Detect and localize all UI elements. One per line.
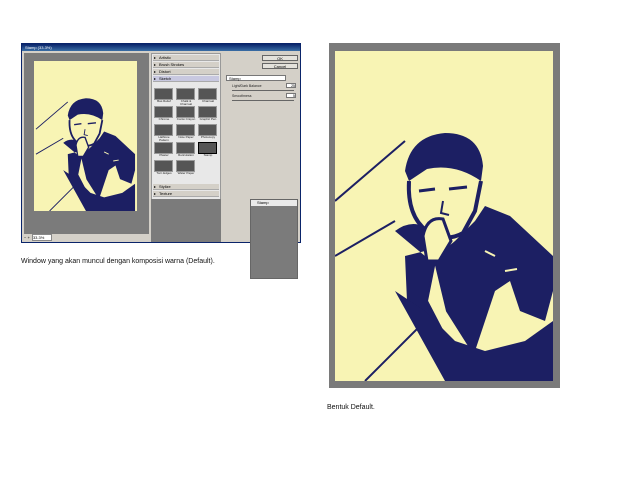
result-image xyxy=(335,51,553,381)
zoom-plus-button[interactable]: + xyxy=(27,234,29,242)
filter-thumbnail-label: Graphic Pen xyxy=(199,117,217,121)
zoom-field[interactable]: 33.3% xyxy=(31,234,52,242)
light-dark-slider[interactable] xyxy=(232,90,294,91)
result-image-frame xyxy=(329,43,560,388)
filter-thumbnail-label: Stamp xyxy=(203,153,213,157)
filter-category-distort[interactable]: Distort xyxy=(153,69,219,75)
filter-thumbnail-label: Torn Edges xyxy=(156,171,172,175)
cancel-button[interactable]: Cancel xyxy=(262,63,298,69)
smoothness-input[interactable]: 5 xyxy=(286,93,296,98)
light-dark-input[interactable]: 25 xyxy=(286,83,296,88)
filter-gallery-dialog: Stamp (33.3%) − + 33.3% Artistic Brush S… xyxy=(21,43,301,279)
filter-category-sketch[interactable]: Sketch xyxy=(153,76,219,82)
filter-thumbnail-label: Water Paper xyxy=(177,171,195,175)
preview-image xyxy=(34,61,137,211)
filter-thumbnail-label: Photocopy xyxy=(200,135,216,139)
filter-thumbnail-label: Chrome xyxy=(158,117,170,121)
preview-area xyxy=(24,53,149,234)
stamp-artwork xyxy=(335,51,553,381)
zoom-minus-button[interactable]: − xyxy=(24,234,26,242)
smoothness-label: Smoothness xyxy=(232,94,252,98)
filter-select[interactable]: Stamp xyxy=(226,75,286,81)
filter-thumbnail-label: Conté Crayon xyxy=(176,117,196,121)
filter-thumbnail-label: Plaster xyxy=(159,153,169,157)
filter-list-empty-area xyxy=(151,199,221,242)
smoothness-slider[interactable] xyxy=(232,100,294,101)
caption-dialog: Window yang akan muncul dengan komposisi… xyxy=(21,258,215,265)
filter-category-texture[interactable]: Texture xyxy=(153,191,219,197)
filter-category-stylize[interactable]: Stylize xyxy=(153,184,219,190)
light-dark-label: Light/Dark Balance xyxy=(232,84,262,88)
effect-layer-row[interactable]: Stamp xyxy=(251,200,297,206)
filter-thumbnail-label: Note Paper xyxy=(178,135,194,139)
filter-category-artistic[interactable]: Artistic xyxy=(153,55,219,61)
dialog-title-bar: Stamp (33.3%) xyxy=(22,44,300,51)
caption-result: Bentuk Default. xyxy=(327,404,375,411)
filter-category-brush-strokes[interactable]: Brush Strokes xyxy=(153,62,219,68)
ok-button[interactable]: OK xyxy=(262,55,298,61)
zoom-bar: − + 33.3% xyxy=(24,234,149,242)
filter-thumbnail-label: Bas Relief xyxy=(157,99,171,103)
effect-layer-panel: Stamp xyxy=(250,199,298,279)
filter-thumbnail-label: Reticulation xyxy=(178,153,194,157)
filter-thumbnail-label: Charcoal xyxy=(201,99,214,103)
